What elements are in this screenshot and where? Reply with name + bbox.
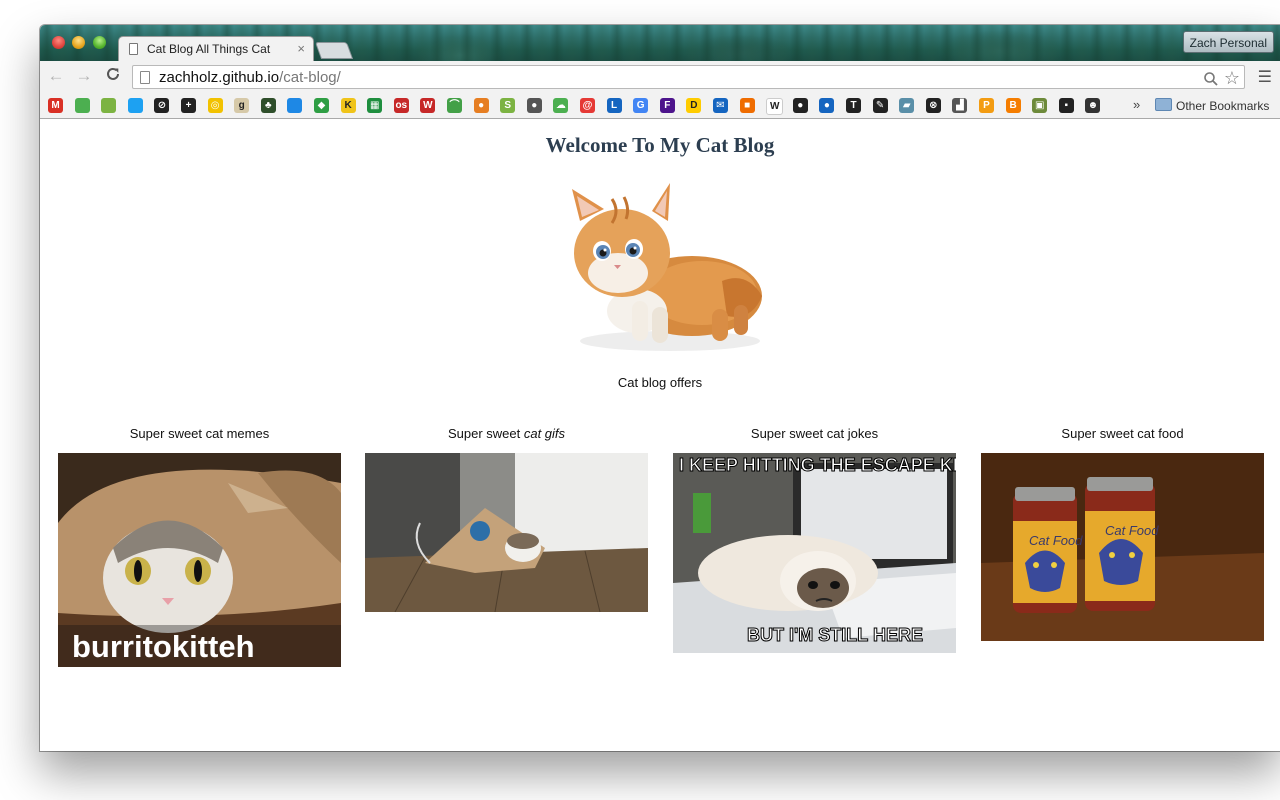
box-icon[interactable]: ■ (739, 98, 755, 113)
blue-square-icon[interactable] (287, 98, 303, 113)
card-image-jokes[interactable]: I KEEP HITTING THE ESCAPE KEY... BUT I'M… (673, 453, 956, 653)
reload-icon (107, 67, 119, 80)
maximize-window-button[interactable] (93, 36, 106, 49)
meme-top-text: I KEEP HITTING THE ESCAPE KEY... (679, 455, 956, 476)
google-icon[interactable]: G (633, 98, 649, 113)
w-icon[interactable]: W (420, 98, 436, 113)
card-label-jokes: Super sweet cat jokes (750, 426, 879, 441)
target-icon[interactable]: ◎ (207, 98, 223, 113)
wikipedia-icon[interactable]: W (766, 98, 784, 115)
os-icon[interactable]: os (393, 98, 409, 113)
fedex-icon[interactable]: F (659, 98, 675, 113)
person-icon[interactable]: ● (819, 98, 835, 113)
cat-food-jars-image (981, 453, 1264, 641)
twitter-icon[interactable] (127, 98, 143, 113)
grumpy-cat-image (673, 453, 956, 653)
meme-caption: burritokitteh (72, 629, 255, 664)
more-bookmarks-icon[interactable]: » (1133, 97, 1140, 112)
bookmarks-bar: » Other Bookmarks M ⊘ + ◎ g ♣ ◆ K ▦ os W ⌒ ● S ● ☁ @ L G F D… (40, 93, 1280, 119)
other-bookmarks[interactable]: Other Bookmarks (1155, 98, 1269, 113)
parallelogram-icon[interactable]: ▰ (899, 98, 915, 113)
cat-in-bag-image (365, 453, 648, 612)
plus-icon[interactable]: + (181, 98, 196, 113)
card-label-food: Super sweet cat food (1061, 426, 1184, 441)
star-icon[interactable]: ☆ (1224, 68, 1240, 88)
minimize-window-button[interactable] (72, 36, 85, 49)
tl-icon[interactable]: L (606, 98, 622, 113)
android-icon[interactable] (101, 98, 117, 113)
profile-button[interactable]: Zach Personal (1182, 31, 1274, 53)
page-icon (129, 43, 138, 55)
title-bar: Cat Blog All Things Cat × Zach Personal (40, 25, 1280, 61)
dhl-icon[interactable]: D (686, 98, 702, 113)
browser-window: Cat Blog All Things Cat × Zach Personal … (40, 25, 1280, 751)
blogger-icon[interactable]: B (1005, 98, 1021, 113)
jar-label-1: Cat Food (1029, 533, 1083, 548)
square-yellow-icon[interactable]: ▪ (1058, 98, 1074, 113)
leaf-icon[interactable]: ◆ (314, 98, 329, 113)
mail-icon[interactable]: ✉ (713, 98, 728, 113)
card-label-gifs: Super sweet cat gifs (447, 426, 566, 441)
goodreads-icon[interactable]: g (234, 98, 250, 113)
gmail-icon[interactable]: M (48, 98, 63, 113)
photo-icon[interactable]: ▣ (1032, 98, 1048, 113)
chimp-icon[interactable]: ● (526, 98, 542, 113)
meme-bottom-text: BUT I'M STILL HERE (747, 625, 924, 646)
browser-toolbar: ← → zachholz.github.io/cat-blog/ ☆ ☰ (40, 61, 1280, 93)
sheets-icon[interactable]: ▦ (367, 98, 383, 113)
tree-icon[interactable]: ♣ (260, 98, 276, 113)
page-content: Welcome To My Cat Blog Cat blog offers S… (40, 119, 1280, 751)
tab-cat-blog[interactable]: Cat Blog All Things Cat × (118, 36, 314, 61)
tab-close-icon[interactable]: × (297, 41, 305, 56)
omnibox-icons: ☆ (1203, 68, 1240, 89)
forward-button[interactable]: → (74, 66, 94, 86)
address-bar[interactable]: zachholz.github.io/cat-blog/ ☆ (132, 65, 1245, 89)
card-image-memes[interactable]: burritokitteh (58, 453, 341, 667)
acorn-icon[interactable]: ● (473, 98, 489, 113)
page-title: Welcome To My Cat Blog (545, 133, 775, 157)
arc-icon[interactable]: ⌒ (447, 98, 462, 113)
p-icon[interactable]: P (979, 98, 994, 113)
offers-heading: Cat blog offers (617, 375, 703, 390)
maps-icon[interactable] (74, 98, 90, 113)
search-icon (1204, 72, 1219, 86)
close-window-button[interactable] (52, 36, 65, 49)
bike-icon[interactable]: ⊗ (925, 98, 941, 113)
menu-icon[interactable]: ☰ (1258, 67, 1272, 87)
card-image-gifs[interactable] (365, 453, 648, 612)
nyt-icon[interactable]: T (846, 98, 861, 113)
kitten-hero-image (572, 183, 762, 351)
shopify-icon[interactable]: S (500, 98, 516, 113)
page-icon (140, 71, 150, 84)
pen-icon[interactable]: ✎ (872, 98, 888, 113)
folder-icon (1155, 98, 1172, 111)
card-label-memes: Super sweet cat memes (129, 426, 270, 441)
card-image-food[interactable]: Cat Food Cat Food (981, 453, 1264, 641)
circle-slash-icon[interactable]: ⊘ (154, 98, 170, 113)
circle-a-icon[interactable]: @ (580, 98, 595, 113)
cloud-icon[interactable]: ☁ (553, 98, 569, 113)
reload-button[interactable] (103, 66, 123, 87)
chart-icon[interactable]: ▟ (952, 98, 968, 113)
tab-title: Cat Blog All Things Cat (147, 42, 271, 56)
jar-label-2: Cat Food (1105, 523, 1159, 538)
url-text[interactable]: zachholz.github.io/cat-blog/ (159, 69, 341, 86)
kmhd-icon[interactable]: K (340, 98, 356, 113)
back-button[interactable]: ← (46, 66, 66, 86)
circle-bar-icon[interactable]: ● (792, 98, 808, 113)
new-tab-button[interactable] (314, 42, 354, 59)
ghost-icon[interactable]: ☻ (1085, 98, 1101, 113)
